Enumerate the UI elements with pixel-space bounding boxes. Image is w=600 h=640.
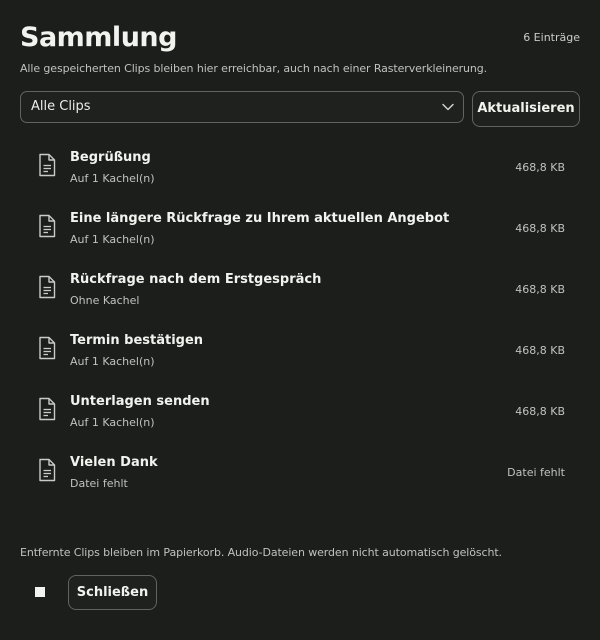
clip-list: Begrüßung Auf 1 Kachel(n) 468,8 KB Eine …	[20, 138, 580, 504]
trash-note: Entfernte Clips bleiben im Papierkorb. A…	[20, 546, 502, 559]
clip-item-5[interactable]: Vielen Dank Datei fehlt Datei fehlt	[20, 443, 580, 504]
entry-count: 6 Einträge	[523, 31, 580, 44]
chevron-down-icon	[442, 103, 454, 111]
clip-item-3[interactable]: Termin bestätigen Auf 1 Kachel(n) 468,8 …	[20, 321, 580, 382]
clip-name: Begrüßung	[70, 150, 151, 165]
clip-size: 468,8 KB	[515, 283, 565, 296]
clip-name: Termin bestätigen	[70, 333, 204, 348]
close-button[interactable]: Schließen	[68, 575, 157, 610]
clip-size: Datei fehlt	[507, 466, 565, 479]
clip-filter-select[interactable]: Alle Clips	[20, 91, 464, 123]
clip-meta: Auf 1 Kachel(n)	[70, 172, 155, 185]
document-icon	[39, 458, 56, 482]
clip-name: Unterlagen senden	[70, 394, 210, 409]
clip-item-1[interactable]: Eine längere Rückfrage zu Ihrem aktuelle…	[20, 199, 580, 260]
document-icon	[39, 336, 56, 360]
page-title: Sammlung	[20, 22, 177, 53]
clip-size: 468,8 KB	[515, 405, 565, 418]
clip-size: 468,8 KB	[515, 344, 565, 357]
clip-meta: Auf 1 Kachel(n)	[70, 355, 155, 368]
page-subtitle: Alle gespeicherten Clips bleiben hier er…	[20, 62, 488, 75]
clip-name: Rückfrage nach dem Erstgespräch	[70, 272, 322, 287]
document-icon	[39, 153, 56, 177]
clip-meta: Auf 1 Kachel(n)	[70, 233, 155, 246]
clip-size: 468,8 KB	[515, 222, 565, 235]
document-icon	[39, 397, 56, 421]
clip-size: 468,8 KB	[515, 161, 565, 174]
clip-item-2[interactable]: Rückfrage nach dem Erstgespräch Ohne Kac…	[20, 260, 580, 321]
clip-name: Eine längere Rückfrage zu Ihrem aktuelle…	[70, 211, 450, 226]
clip-meta: Ohne Kachel	[70, 294, 140, 307]
checkbox[interactable]	[35, 587, 45, 597]
clip-name: Vielen Dank	[70, 455, 158, 470]
clip-filter-value: Alle Clips	[31, 99, 91, 114]
document-icon	[39, 275, 56, 299]
clip-item-4[interactable]: Unterlagen senden Auf 1 Kachel(n) 468,8 …	[20, 382, 580, 443]
document-icon	[39, 214, 56, 238]
refresh-button[interactable]: Aktualisieren	[472, 91, 580, 127]
clip-meta: Datei fehlt	[70, 477, 128, 490]
clip-meta: Auf 1 Kachel(n)	[70, 416, 155, 429]
clip-item-0[interactable]: Begrüßung Auf 1 Kachel(n) 468,8 KB	[20, 138, 580, 199]
